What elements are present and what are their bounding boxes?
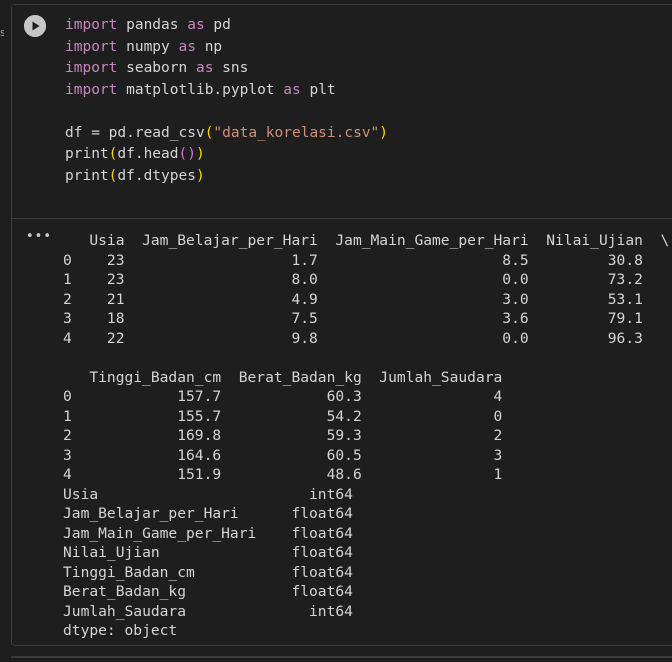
output-line: Berat_Badan_kg float64 [63,583,353,600]
code-token: as [283,81,301,98]
output-line: 3 164.6 60.5 3 [63,446,520,464]
output-line: 2 169.8 59.3 2 [63,427,520,444]
code-token: ) [195,146,205,162]
notebook-cell[interactable]: import pandas as pd import numpy as np imp… [11,4,672,646]
code-token: as [187,17,205,33]
code-token: import [65,38,118,55]
code-token: pd [204,17,231,33]
output-line: 1 155.7 54.2 0 [63,407,520,425]
output-line: Jam_Main_Game_per_Hari float64 [63,524,353,542]
code-token: "data_korelasi.csv" [213,124,380,141]
code-token: plt [300,81,336,98]
output-line: 0 157.7 60.3 4 [63,388,520,405]
gutter-mark: s [0,26,4,39]
run-cell-button[interactable] [24,15,46,37]
output-line: 4 22 9.8 0.0 96.3 [63,329,670,347]
code-line[interactable]: import pandas as pd [65,15,388,37]
code-line[interactable]: print(df.head()) [65,144,388,166]
cell-output: Usia Jam_Belajar_per_Hari Jam_Main_Game_… [63,231,669,641]
output-line: Usia int64 [63,485,353,503]
output-line: Jam_Belajar_per_Hari float64 [63,505,353,522]
code-token: seaborn [117,60,196,76]
code-line[interactable]: print(df.dtypes) [65,166,388,188]
code-token: print [65,146,109,162]
play-icon [24,15,46,37]
output-line: 1 23 8.0 0.0 73.2 [63,271,670,288]
code-editor[interactable]: import pandas as pd import numpy as np imp… [12,5,672,215]
output-line: 0 23 1.7 8.5 30.8 [63,251,670,269]
more-horizontal-icon: ••• [26,229,53,244]
code-token: sns [213,60,249,76]
code-token: ) [195,167,205,184]
output-line: Usia Jam_Belajar_per_Hari Jam_Main_Game_… [63,232,670,249]
code-token: print [65,167,109,184]
output-line: Tinggi_Badan_cm float64 [63,563,353,581]
code-token: import [65,81,118,98]
code-line[interactable]: import numpy as np [65,37,388,59]
code-token: matplotlib.pyplot [117,81,284,98]
code-token: pandas [117,17,188,33]
code-token: np [195,38,223,55]
code-token: df.head [117,146,179,162]
code-token: import [65,60,118,76]
output-line: Nilai_Ujian float64 [63,544,353,561]
output-line: dtype: object [63,622,178,639]
code-token: ) [379,124,389,141]
code-token: () [178,146,196,162]
code-token: df = pd.read_csv [65,124,205,141]
code-line[interactable]: import matplotlib.pyplot as plt [65,80,388,102]
output-line: 2 21 4.9 3.0 53.1 [63,290,670,308]
output-menu-button[interactable]: ••• [26,229,52,244]
output-line: 3 18 7.5 3.6 79.1 [63,310,670,327]
next-cell-border [11,656,672,658]
code-text[interactable]: import pandas as pd import numpy as np imp… [65,15,388,187]
output-line: Tinggi_Badan_cm Berat_Badan_kg Jumlah_Sa… [63,368,520,386]
output-divider [12,218,672,219]
code-token: numpy [117,38,179,55]
output-line: 4 151.9 48.6 1 [63,466,520,483]
code-line[interactable] [65,101,388,123]
code-token: df.dtypes [117,167,196,184]
output-line: Jumlah_Saudara int64 [63,602,353,620]
code-line[interactable]: df = pd.read_csv("data_korelasi.csv") [65,123,388,145]
code-token: as [195,60,214,76]
code-line[interactable]: import seaborn as sns [65,58,388,80]
code-token: as [178,38,196,55]
code-token: import [65,17,118,33]
